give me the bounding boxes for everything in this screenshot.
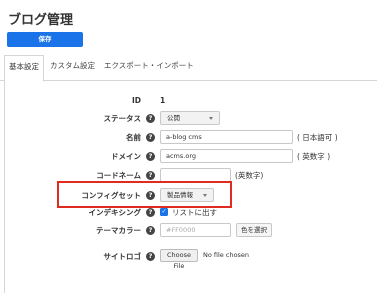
status-select-value: 公開 [167, 114, 180, 122]
name-suffix: ( 日本語可 ) [297, 133, 338, 142]
theme-color-row: テーマカラー ? #FF0000 色を選択 [5, 222, 377, 238]
tab-export-import[interactable]: エクスポート・インポート [100, 55, 198, 81]
tab-bar: 基本設定 カスタム設定 エクスポート・インポート [0, 55, 377, 82]
help-icon[interactable]: ? [146, 252, 155, 261]
codename-input[interactable] [160, 168, 231, 182]
codename-label: コードネーム [96, 171, 141, 180]
indexing-label: インデキシング [88, 208, 142, 217]
domain-input[interactable]: acms.org [160, 149, 293, 163]
domain-row: ドメイン ? acms.org ( 英数字 ) [5, 148, 377, 164]
domain-suffix: ( 英数字 ) [297, 152, 331, 161]
save-button[interactable]: 保存 [7, 32, 83, 47]
help-icon[interactable]: ? [146, 226, 155, 235]
choose-file-button[interactable]: Choose File [160, 249, 198, 270]
help-icon[interactable]: ? [146, 133, 155, 142]
indexing-checkbox[interactable]: ✓ [160, 208, 168, 216]
status-label: ステータス [103, 114, 142, 123]
codename-suffix: (英数字) [235, 171, 264, 180]
page-title: ブログ管理 [8, 13, 74, 28]
help-icon[interactable]: ? [146, 114, 155, 123]
choose-color-button[interactable]: 色を選択 [236, 223, 272, 237]
theme-color-input[interactable]: #FF0000 [160, 223, 231, 237]
chevron-down-icon [209, 117, 213, 120]
site-logo-label: サイトロゴ [103, 252, 142, 261]
site-logo-row: サイトロゴ ? Choose File No file chosen [5, 248, 377, 270]
status-row: ステータス ? 公開 [5, 110, 377, 126]
id-label: ID [131, 96, 141, 105]
help-icon[interactable]: ? [146, 208, 155, 217]
id-value: 1 [160, 96, 166, 105]
highlight-box [57, 181, 232, 208]
theme-color-label: テーマカラー [96, 226, 141, 235]
status-select[interactable]: 公開 [160, 111, 220, 125]
name-label: 名前 [126, 133, 141, 142]
name-input[interactable]: a-blog cms [160, 130, 293, 144]
help-icon[interactable]: ? [146, 152, 155, 161]
name-row: 名前 ? a-blog cms ( 日本語可 ) [5, 129, 377, 145]
tab-custom-settings[interactable]: カスタム設定 [46, 55, 99, 81]
id-row: ID 1 [5, 93, 377, 109]
indexing-checkbox-label[interactable]: リストに出す [172, 207, 217, 218]
tab-basic-settings[interactable]: 基本設定 [4, 55, 44, 82]
help-icon[interactable]: ? [146, 171, 155, 180]
domain-label: ドメイン [111, 152, 141, 161]
file-status-text: No file chosen [203, 251, 250, 259]
